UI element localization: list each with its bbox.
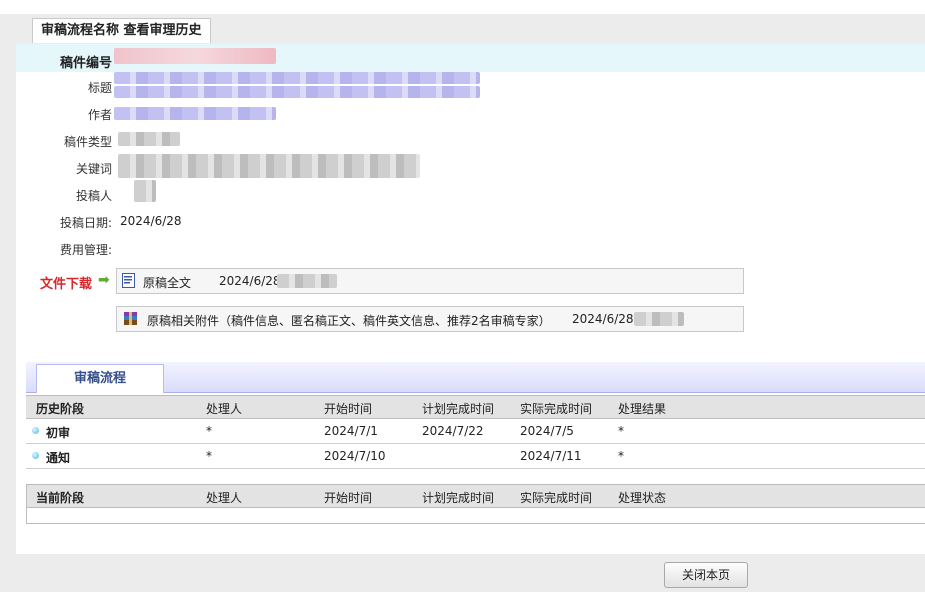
row-result: * [618, 449, 624, 463]
file-original[interactable]: 原稿全文 2024/6/28 [116, 268, 744, 294]
arrow-right-icon: ➡ [98, 272, 110, 288]
title-bar: 审稿流程名称 查看审理历史 [16, 14, 925, 45]
row-start: 2024/7/1 [324, 424, 378, 438]
col-handler: 处理人 [206, 402, 243, 416]
file-original-date: 2024/6/28 [219, 274, 281, 288]
archive-icon [124, 312, 137, 325]
bullet-icon [32, 452, 39, 459]
col-result: 处理结果 [618, 402, 667, 416]
submit-date-value: 2024/6/28 [120, 214, 182, 228]
manuscript-no-label: 稿件编号 [59, 56, 112, 71]
col-handler: 处理人 [206, 491, 243, 505]
keywords-label: 关键词 [75, 162, 112, 176]
redacted-author [114, 107, 276, 120]
row-actual: 2024/7/5 [520, 424, 574, 438]
title-label: 标题 [87, 81, 112, 95]
redacted-title-1 [114, 72, 480, 84]
current-header: 当前阶段 处理人 开始时间 计划完成时间 实际完成时间 处理状态 [26, 484, 925, 508]
author-label: 作者 [87, 108, 112, 122]
col-plan: 计划完成时间 [422, 491, 495, 505]
redacted-title-2 [114, 86, 480, 98]
file-attachments[interactable]: 原稿相关附件（稿件信息、匿名稿正文、稿件英文信息、推荐2名审稿专家） 2024/… [116, 306, 744, 332]
fee-mgmt-label: 费用管理: [59, 243, 112, 257]
download-label: 文件下载 [40, 277, 93, 292]
col-actual: 实际完成时间 [520, 402, 593, 416]
redacted-type [118, 132, 180, 146]
col-status: 处理状态 [618, 491, 667, 505]
tab-review-process[interactable]: 审稿流程 [36, 364, 164, 393]
type-label: 稿件类型 [63, 135, 112, 149]
row-handler: * [206, 424, 212, 438]
col-actual: 实际完成时间 [520, 491, 593, 505]
row-stage: 通知 [46, 451, 71, 465]
row-actual: 2024/7/11 [520, 449, 582, 463]
title-tab: 审稿流程名称 查看审理历史 [32, 18, 211, 43]
row-handler: * [206, 449, 212, 463]
file-original-name[interactable]: 原稿全文 [143, 274, 191, 291]
redacted-manuscript-no [114, 48, 276, 64]
col-start: 开始时间 [324, 491, 373, 505]
bullet-icon [32, 427, 39, 434]
main-panel: 审稿流程名称 查看审理历史 稿件编号 标题 作者 稿件类型 关键词 投稿人 投稿… [16, 14, 925, 554]
row-plan: 2024/7/22 [422, 424, 484, 438]
col-start: 开始时间 [324, 402, 373, 416]
submitter-label: 投稿人 [75, 189, 112, 203]
table-border-left [26, 484, 27, 524]
row-start: 2024/7/10 [324, 449, 386, 463]
redacted-attach-time [634, 312, 684, 326]
redacted-keywords [118, 154, 420, 178]
col-history-stage: 历史阶段 [36, 402, 85, 416]
col-current-stage: 当前阶段 [36, 491, 85, 505]
history-header: 历史阶段 处理人 开始时间 计划完成时间 实际完成时间 处理结果 [26, 395, 925, 419]
submit-date-label: 投稿日期: [59, 216, 112, 230]
table-row: 初审 * 2024/7/1 2024/7/22 2024/7/5 * [26, 419, 925, 444]
top-gap [0, 0, 925, 14]
file-attachments-date: 2024/6/28 [572, 312, 634, 326]
close-page-button[interactable]: 关闭本页 [664, 562, 748, 588]
document-icon [122, 273, 135, 288]
row-result: * [618, 424, 624, 438]
col-plan: 计划完成时间 [422, 402, 495, 416]
redacted-submitter [134, 180, 156, 202]
table-row: 通知 * 2024/7/10 2024/7/11 * [26, 444, 925, 469]
section-bar: 审稿流程 [26, 362, 925, 393]
file-attachments-name[interactable]: 原稿相关附件（稿件信息、匿名稿正文、稿件英文信息、推荐2名审稿专家） [147, 312, 551, 329]
table-border-bottom [26, 523, 925, 524]
redacted-file-time [277, 274, 337, 288]
row-stage: 初审 [46, 426, 71, 440]
